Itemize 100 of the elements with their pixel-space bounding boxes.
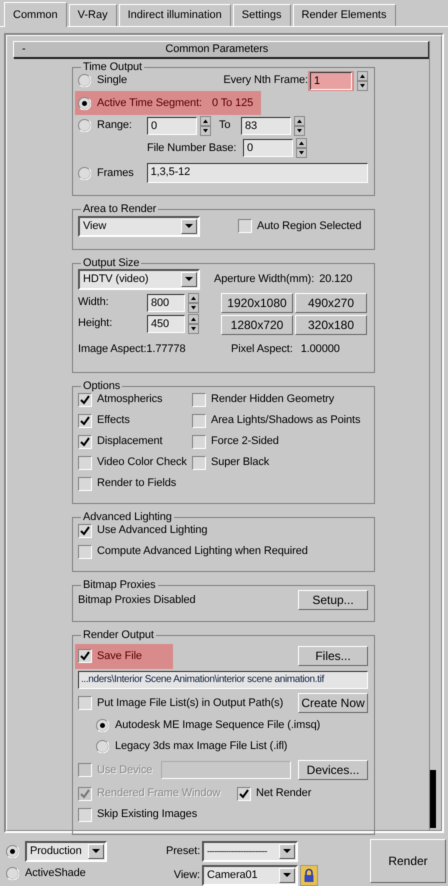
group-title: Area to Render <box>82 203 158 216</box>
tab[interactable]: Settings <box>232 4 290 26</box>
checkbox-label[interactable]: Auto Region Selected <box>257 220 362 232</box>
button[interactable]: Setup... <box>298 590 368 610</box>
spinner[interactable] <box>357 70 368 90</box>
field-label: Preset: <box>166 844 200 858</box>
checkbox-label[interactable]: Render to Fields <box>97 477 176 490</box>
radio-button[interactable] <box>96 740 109 753</box>
checkbox-label[interactable]: Effects <box>97 414 130 427</box>
button[interactable]: Create Now <box>298 693 368 713</box>
dropdown[interactable]: ------------------------- <box>202 840 298 862</box>
dropdown[interactable]: Camera01 <box>202 864 298 886</box>
radio-label: Single <box>97 74 127 87</box>
tab[interactable]: Render Elements <box>292 4 396 26</box>
button[interactable]: 1920x1080 <box>221 293 293 313</box>
radio-label: ActiveShade <box>25 867 86 880</box>
field-label: To <box>218 119 232 132</box>
lock-button[interactable] <box>300 864 318 886</box>
checkbox-label: Use Device <box>97 764 152 776</box>
caret-icon <box>185 224 193 228</box>
checkbox[interactable] <box>78 696 92 710</box>
checkbox[interactable] <box>78 524 92 538</box>
render-button[interactable]: Render <box>370 839 446 883</box>
status-text: Bitmap Proxies Disabled <box>78 594 197 606</box>
radio-label: Active Time Segment: <box>97 96 202 110</box>
checkbox[interactable] <box>192 434 206 448</box>
checkbox-label[interactable]: Use Advanced Lighting <box>97 524 208 537</box>
checkbox[interactable] <box>78 808 92 822</box>
checkbox[interactable] <box>192 392 206 406</box>
button[interactable]: 320x180 <box>295 315 367 335</box>
button[interactable]: Devices... <box>298 760 368 780</box>
group-title: Advanced Lighting <box>82 511 173 524</box>
rollout-title[interactable]: Common Parameters <box>26 43 408 56</box>
checkbox[interactable] <box>78 456 92 470</box>
spinner[interactable] <box>296 138 307 158</box>
radio-label: Legacy 3ds max Image File List (.ifl) <box>115 740 288 753</box>
spinner[interactable] <box>188 314 199 334</box>
group-title: Render Output <box>82 629 155 642</box>
checkbox[interactable] <box>78 392 92 406</box>
text-field[interactable]: 1 <box>310 72 352 90</box>
group-title: Options <box>82 380 122 393</box>
group-title: Time Output <box>82 61 144 74</box>
text-field[interactable]: 800 <box>147 294 185 312</box>
checkbox[interactable] <box>78 434 92 448</box>
spinner[interactable] <box>188 292 199 312</box>
checkbox[interactable] <box>192 456 206 470</box>
checkbox[interactable] <box>78 544 92 558</box>
text-field[interactable]: 0 <box>243 139 293 157</box>
checkbox[interactable] <box>238 219 252 233</box>
checkbox[interactable] <box>237 786 251 800</box>
button[interactable]: 490x270 <box>295 293 367 313</box>
button[interactable]: Files... <box>298 646 368 666</box>
group-title: Output Size <box>82 257 140 270</box>
button[interactable]: 1280x720 <box>221 315 293 335</box>
checkbox-label[interactable]: Atmospherics <box>97 393 162 406</box>
checkbox-label[interactable]: Super Black <box>211 456 270 469</box>
checkbox-label[interactable]: Displacement <box>97 435 162 448</box>
radio-label: Autodesk ME Image Sequence File (.imsq) <box>115 719 320 732</box>
radio-button[interactable] <box>78 96 91 110</box>
radio-button[interactable] <box>6 867 19 880</box>
checkbox[interactable] <box>78 414 92 428</box>
text-field[interactable]: 83 <box>241 116 291 134</box>
checkbox-label[interactable]: Video Color Check <box>97 456 187 469</box>
dropdown[interactable]: HDTV (video) <box>78 268 200 290</box>
checkbox-label[interactable]: Render Hidden Geometry <box>211 393 334 406</box>
checkbox-label[interactable]: Force 2-Sided <box>211 435 279 448</box>
caret-icon <box>283 849 291 853</box>
path-field[interactable]: ...nders\Interior Scene Animation\interior scene animation.tif <box>78 671 368 689</box>
dropdown[interactable]: View <box>78 216 200 236</box>
spinner[interactable] <box>200 116 211 136</box>
collapse-toggle[interactable]: - <box>22 43 26 56</box>
radio-button[interactable] <box>78 74 91 87</box>
text-field[interactable]: 0 <box>147 116 197 134</box>
tab[interactable]: V-Ray <box>68 4 117 26</box>
field-label: Aperture Width(mm): <box>214 272 314 286</box>
checkbox-label[interactable]: Save File <box>97 650 142 662</box>
field-label: Width: <box>78 296 110 309</box>
checkbox-label[interactable]: Skip Existing Images <box>97 808 198 821</box>
checkbox-label[interactable]: Put Image File List(s) in Output Path(s) <box>97 696 284 710</box>
dropdown[interactable]: Production <box>25 840 107 862</box>
text-field[interactable]: 450 <box>147 314 185 332</box>
caret-icon <box>283 873 291 877</box>
text-field[interactable]: 1,3,5-12 <box>146 163 368 183</box>
checkbox-label[interactable]: Area Lights/Shadows as Points <box>211 414 360 427</box>
radio-button[interactable] <box>78 166 91 180</box>
pixel-aspect-value: 1.00000 <box>300 342 340 356</box>
radio-button[interactable] <box>6 844 19 858</box>
radio-button[interactable] <box>96 719 109 732</box>
checkbox[interactable] <box>78 476 92 490</box>
checkbox-label: Rendered Frame Window <box>97 787 220 800</box>
spinner[interactable] <box>294 116 305 136</box>
checkbox[interactable] <box>78 649 92 663</box>
checkbox-label[interactable]: Net Render <box>256 787 312 800</box>
scrollbar[interactable] <box>429 41 437 830</box>
tab[interactable]: Indirect illumination <box>118 4 231 26</box>
scrollbar-thumb[interactable] <box>430 770 436 828</box>
checkbox[interactable] <box>192 414 206 428</box>
radio-button[interactable] <box>78 119 91 132</box>
tab[interactable]: Common <box>4 2 67 27</box>
checkbox-label[interactable]: Compute Advanced Lighting when Required <box>97 545 308 558</box>
